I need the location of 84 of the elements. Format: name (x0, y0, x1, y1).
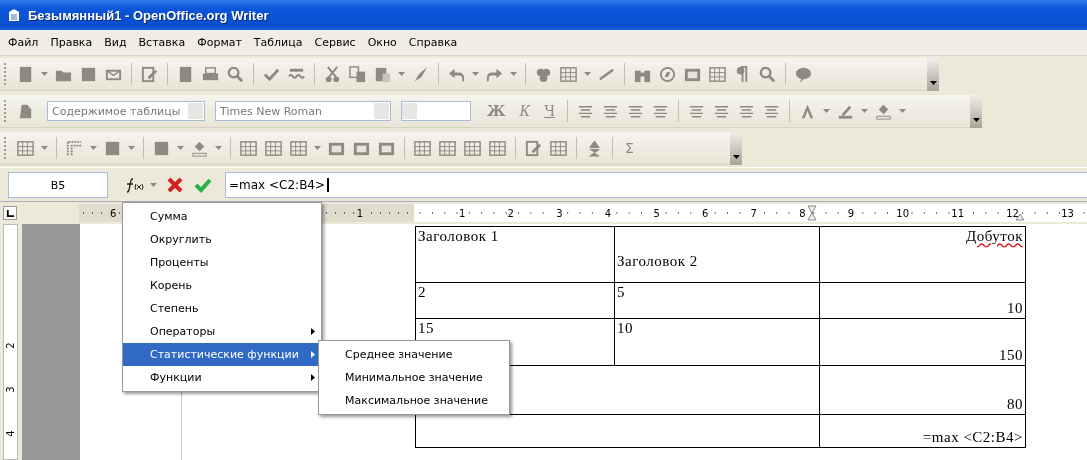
dropdown-arrow-icon[interactable] (929, 80, 937, 85)
dropdown-arrow-icon[interactable] (732, 154, 740, 159)
menu-item[interactable]: Вставка (132, 36, 192, 49)
submenu-arrow-icon (311, 351, 315, 358)
table-cell: Заголовок 2 (615, 227, 820, 283)
menu-item[interactable]: Округлить (123, 228, 321, 251)
table-cell: 10 (615, 319, 820, 366)
table-cell: 5 (615, 283, 820, 319)
app-icon (6, 7, 22, 23)
ruler-number: 3 (555, 207, 564, 219)
ruler-number: 6 (700, 207, 710, 219)
ruler-number: 4 (5, 430, 16, 437)
menu-item[interactable]: Функции (123, 366, 321, 389)
border-icon[interactable] (65, 138, 84, 158)
copy-icon[interactable] (348, 64, 367, 84)
compass-icon[interactable] (658, 64, 677, 84)
table-cell: 2 (416, 283, 615, 319)
cancel-icon[interactable] (166, 175, 184, 194)
table-icon[interactable] (488, 138, 507, 158)
ruler-number: 8 (798, 207, 807, 219)
ruler-number: 1 (458, 207, 467, 219)
table-icon[interactable] (264, 138, 283, 158)
cell-name-field[interactable]: B5 (8, 171, 108, 198)
formula-field[interactable]: =max <C2:B4> (225, 171, 1087, 198)
dropdown-arrow-icon[interactable] (972, 117, 980, 122)
submenu-arrow-icon (311, 328, 315, 335)
ruler-number: 3 (5, 386, 16, 393)
table-icon[interactable] (289, 138, 308, 158)
table-icon[interactable] (463, 138, 482, 158)
ruler-number: 11 (950, 207, 966, 219)
scissors-icon[interactable] (323, 64, 342, 84)
window-title: Безымянный1 - OpenOffice.org Writer (28, 7, 269, 23)
menu-item[interactable]: Окно (361, 36, 403, 49)
table-icon[interactable] (413, 138, 432, 158)
table-icon[interactable] (549, 138, 568, 158)
table-cell: =max <C2:B4> (820, 415, 1026, 448)
magnifier-icon[interactable] (226, 64, 245, 84)
magnifier-icon[interactable] (758, 64, 777, 84)
menu-item[interactable]: Статистические функции (123, 343, 321, 366)
menu-item[interactable]: Операторы (123, 320, 321, 343)
toolbar-overflow-button[interactable] (970, 94, 982, 128)
ruler-number: 6 (109, 207, 118, 219)
edit-icon[interactable] (140, 64, 159, 84)
menu-item[interactable]: Правка (44, 36, 99, 49)
ruler-number: 2 (5, 342, 16, 349)
menu-item[interactable]: Корень (123, 274, 321, 297)
edit-icon[interactable] (524, 138, 543, 158)
menu-item[interactable]: Максимальное значение (319, 389, 509, 412)
table-cell: 150 (820, 319, 1026, 366)
toolbar-overflow-button[interactable] (927, 57, 939, 91)
ruler-number: 7 (749, 207, 758, 219)
table-icon[interactable] (559, 64, 578, 84)
column-marker-icon[interactable] (807, 205, 817, 221)
table-icon[interactable] (239, 138, 258, 158)
table-cell: 10 (820, 283, 1026, 319)
style-dropdown[interactable]: Содержимое таблицы (47, 101, 205, 121)
font-size-dropdown[interactable] (401, 101, 471, 121)
ruler-number: 2 (506, 207, 515, 219)
table-icon[interactable] (16, 138, 35, 158)
ruler-number: 13 (1060, 207, 1075, 219)
ruler-number: 9 (846, 207, 856, 219)
table-cell: Заголовок 1 (416, 227, 615, 283)
table-icon[interactable] (438, 138, 457, 158)
menu-item[interactable]: Сервис (308, 36, 362, 49)
menu-item[interactable]: Степень (123, 297, 321, 320)
menu-item[interactable]: Формат (191, 36, 248, 49)
menu-item[interactable]: Файл (2, 36, 45, 49)
submenu-arrow-icon (311, 374, 315, 381)
font-dropdown[interactable]: Times New Roman (215, 101, 391, 121)
table-cell: Добуток (820, 227, 1026, 283)
ruler-number: 1 (355, 207, 364, 219)
table-cell: 80 (820, 366, 1026, 415)
tab-type-button[interactable] (3, 206, 17, 220)
ruler-number: 5 (652, 207, 661, 219)
menu-item[interactable]: Справка (402, 36, 464, 49)
menu-item[interactable]: Сумма (123, 205, 321, 228)
menu-item[interactable]: Таблица (247, 36, 309, 49)
menu-item[interactable]: Минимальное значение (319, 366, 509, 389)
menu-item[interactable]: Проценты (123, 251, 321, 274)
menu-item[interactable]: Вид (98, 36, 133, 49)
toolbar-overflow-button[interactable] (730, 131, 742, 165)
ruler-number: 10 (895, 207, 911, 219)
table-icon[interactable] (708, 64, 727, 84)
ruler-number: 4 (603, 207, 613, 219)
